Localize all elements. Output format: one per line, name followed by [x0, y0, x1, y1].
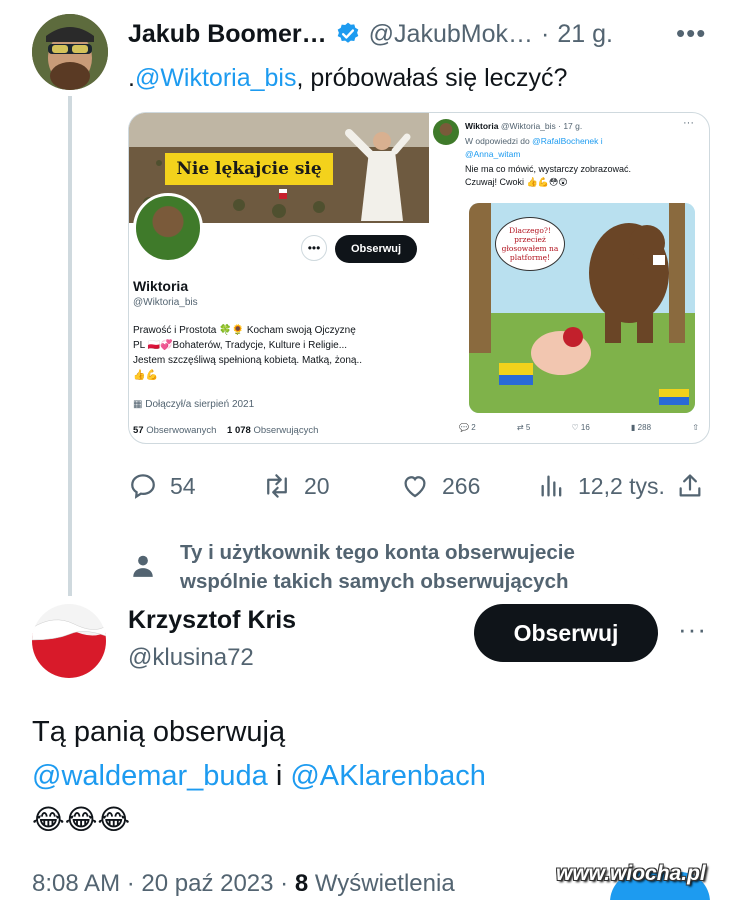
author-avatar[interactable]: [32, 604, 106, 678]
views-count: 12,2 tys.: [578, 472, 665, 499]
tweet-text: Tą panią obserwują @waldemar_buda i @AKl…: [32, 710, 486, 842]
tweet-meta: 8:08 AM · 20 paź 2023 · 8 Wyświetlenia: [32, 870, 455, 898]
following-label: Obserwowanych: [146, 425, 217, 436]
more-options-icon[interactable]: ···: [678, 614, 707, 645]
following-count: 57: [133, 425, 144, 436]
reply-screenshot: Wiktoria @Wiktoria_bis · 17 g. ··· W odp…: [429, 113, 709, 443]
reply-count: 54: [170, 472, 196, 499]
profile-follow-button: Obserwuj: [335, 235, 417, 263]
notice-line: wspólnie takich samych obserwujących: [180, 570, 569, 593]
bio-line: Jestem szczęśliwą spełnioną kobietą. Mat…: [133, 355, 362, 366]
reply-icon: [131, 474, 155, 499]
person-icon: [133, 555, 153, 577]
bio-line: 👍💪: [133, 370, 158, 381]
author-name[interactable]: Krzysztof Kris: [128, 606, 296, 635]
reply-to-mention: @RafalBochenek i: [532, 136, 603, 146]
profile-avatar: [133, 193, 203, 263]
calendar-icon: ▦: [133, 399, 146, 410]
notice-line: Ty i użytkownik tego konta obserwujecie: [180, 541, 575, 564]
retweet-icon: [267, 474, 287, 498]
cartoon-image: Dlaczego?! przecież głosowałem na platfo…: [469, 203, 695, 413]
tweet-line: Tą panią obserwują: [32, 716, 286, 748]
reply-likes: ♡ 16: [571, 423, 590, 432]
profile-screenshot: Nie lękajcie się ••• Obserwuj Wiktoria @…: [129, 113, 429, 443]
reply-text: Nie ma co mówić, wystarczy zobrazować. C…: [465, 163, 631, 189]
views-label: Wyświetlenia: [308, 870, 455, 897]
profile-joined: ▦ Dołączył/a sierpień 2021: [133, 399, 254, 410]
mention-link[interactable]: @AKlarenbach: [290, 760, 486, 792]
author-handle[interactable]: @klusina72: [128, 644, 254, 672]
speech-bubble: Dlaczego?! przecież głosowałem na platfo…: [495, 217, 565, 271]
mutual-followers-notice: Ty i użytkownik tego konta obserwujecie …: [180, 538, 575, 596]
share-icon: [679, 474, 701, 497]
reply-to-mention: @Anna_witam: [465, 149, 521, 159]
reply-to: W odpowiedzi do @RafalBochenek i @Anna_w…: [465, 135, 603, 161]
bio-line: PL 🇵🇱💞Bohaterów, Tradycje, Kulture i Rel…: [133, 340, 348, 351]
tweet-time[interactable]: 21 g.: [557, 20, 613, 49]
reply-more-icon: ···: [683, 117, 694, 129]
banner-sign: Nie lękajcie się: [165, 153, 333, 185]
tweet-action-bar: 54 20 266 12,2 tys.: [128, 466, 710, 506]
reply-avatar: [433, 119, 459, 145]
reply-action-bar: 💬 2 ⇄ 5 ♡ 16 ▮ 288 ⇧: [459, 423, 699, 432]
mention-link[interactable]: @waldemar_buda: [32, 760, 268, 792]
like-count: 266: [442, 472, 481, 499]
follow-button[interactable]: Obserwuj: [474, 604, 658, 662]
profile-stats: 57 Obserwowanych 1 078 Obserwujących: [133, 425, 318, 436]
joined-label: Dołączył/a sierpień 2021: [145, 399, 255, 410]
heart-icon: [404, 476, 426, 498]
more-options-icon[interactable]: •••: [676, 18, 706, 49]
like-button[interactable]: 266: [400, 471, 480, 501]
reply-header: Wiktoria @Wiktoria_bis · 17 g.: [465, 121, 582, 131]
author-avatar[interactable]: [32, 14, 108, 90]
reply-text-line: Czuwaj! Cwoki 👍💪😳😲: [465, 177, 568, 187]
reply-replies: 💬 2: [459, 423, 476, 432]
reply-author-name: Wiktoria: [465, 121, 499, 131]
views-chart-icon: [541, 475, 562, 497]
tweet-line: @waldemar_buda i @AKlarenbach: [32, 754, 486, 798]
verified-badge-icon: [337, 22, 358, 43]
reply-retweets: ⇄ 5: [516, 423, 531, 432]
followers-label: Obserwujących: [253, 425, 319, 436]
pope-figure: [345, 129, 411, 221]
author-handle[interactable]: @JakubMok…: [369, 20, 533, 49]
profile-more-button: •••: [301, 235, 327, 261]
mention-link[interactable]: @Wiktoria_bis: [135, 64, 297, 92]
header-separator: ·: [541, 19, 550, 48]
followers-count: 1 078: [227, 425, 251, 436]
reply-views: ▮ 288: [631, 423, 652, 432]
share-button[interactable]: [676, 472, 704, 500]
tweet-text-body: , próbowałaś się leczyć?: [296, 64, 568, 92]
reply-to-prefix: W odpowiedzi do: [465, 136, 530, 146]
conjunction: i: [267, 760, 291, 792]
profile-bio: Prawość i Prostota 🍀🌻 Kocham swoją Ojczy…: [133, 323, 417, 383]
reply-button[interactable]: 54: [128, 471, 196, 501]
reply-text-line: Nie ma co mówić, wystarczy zobrazować.: [465, 164, 632, 174]
profile-name: Wiktoria: [133, 278, 189, 294]
reply-author-handle: @Wiktoria_bis · 17 g.: [500, 121, 583, 131]
profile-handle: @Wiktoria_bis: [133, 297, 198, 308]
views-count: 8: [294, 870, 309, 897]
retweet-count: 20: [304, 472, 330, 499]
attached-image[interactable]: Nie lękajcie się ••• Obserwuj Wiktoria @…: [128, 112, 710, 444]
tweet-header: Jakub Boomer… @JakubMok… · 21 g.: [128, 18, 613, 50]
watermark: www.wiocha.pl: [556, 862, 706, 885]
reply-share-icon: ⇧: [692, 423, 699, 432]
tweet-text-prefix: .: [128, 64, 135, 92]
tweet-text: .@Wiktoria_bis, próbowałaś się leczyć?: [128, 64, 567, 93]
timestamp[interactable]: 8:08 AM · 20 paź 2023 ·: [32, 870, 295, 897]
author-name[interactable]: Jakub Boomer…: [128, 20, 327, 49]
views-button[interactable]: 12,2 tys.: [538, 472, 665, 500]
thread-connector-line: [68, 96, 72, 596]
retweet-button[interactable]: 20: [262, 471, 330, 501]
emoji-row: 😂😂😂: [32, 804, 131, 835]
bio-line: Prawość i Prostota 🍀🌻 Kocham swoją Ojczy…: [133, 325, 356, 336]
